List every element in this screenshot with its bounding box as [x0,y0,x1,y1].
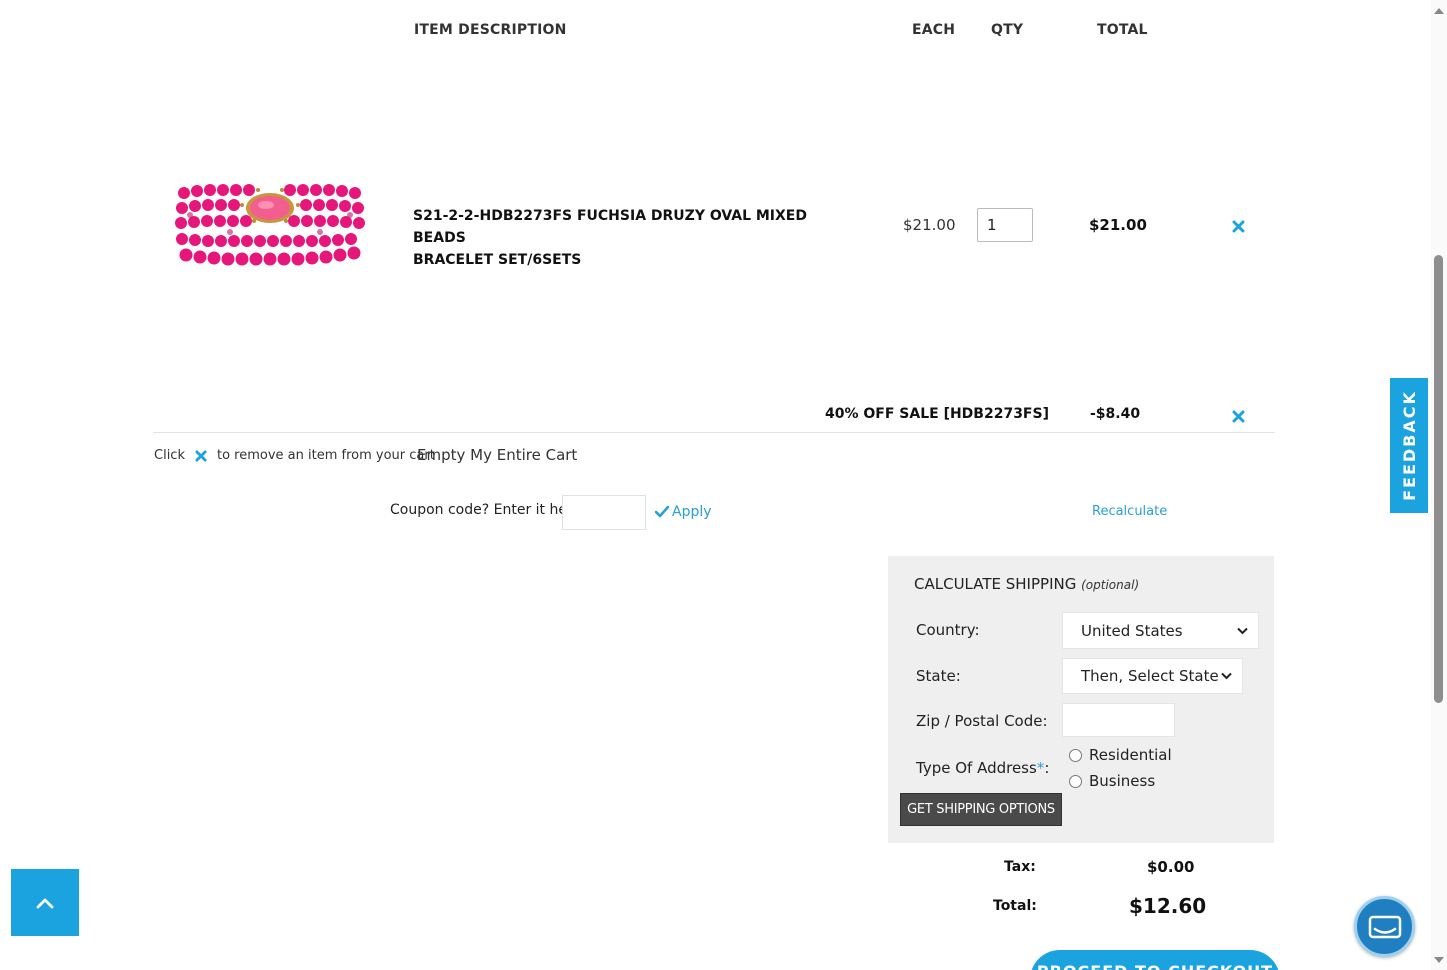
apply-coupon-button[interactable]: Apply [655,504,712,520]
residential-radio[interactable]: Residential [1069,746,1172,764]
radio-button-icon[interactable] [1069,774,1082,788]
remove-hint-prefix: Click [154,448,185,463]
total-value: $12.60 [1129,894,1207,918]
envelope-icon [1368,915,1401,938]
product-name-line1[interactable]: S21-2-2-HDB2273FS FUCHSIA DRUZY OVAL MIX… [413,205,833,249]
discount-amount: -$8.40 [1090,406,1141,422]
proceed-to-checkout-button[interactable]: PROCEED TO CHECKOUT [1030,950,1280,970]
chevron-up-icon [36,898,54,908]
feedback-label[interactable]: FEEDBACK [1400,390,1419,501]
country-label: Country: [916,621,980,639]
divider [153,432,1275,433]
country-select[interactable]: United States [1062,612,1259,649]
remove-discount-icon[interactable] [1232,408,1246,423]
business-radio[interactable]: Business [1069,772,1155,790]
remove-hint-suffix: to remove an item from your cart [216,448,435,463]
quantity-input[interactable] [977,208,1033,242]
product-name[interactable]: S21-2-2-HDB2273FS FUCHSIA DRUZY OVAL MIX… [413,205,833,271]
state-label: State: [916,667,961,685]
radio-button-icon[interactable] [1069,748,1082,762]
scroll-down-arrow-icon[interactable] [1432,954,1446,966]
remove-x-icon [193,449,209,462]
shipping-title: CALCULATE SHIPPING (optional) [914,575,1139,593]
address-type-label-text: Type Of Address [916,759,1037,777]
residential-label[interactable]: Residential [1089,746,1172,764]
checkmark-icon [655,506,669,518]
tax-value: $0.00 [1147,858,1195,876]
address-type-colon: : [1044,759,1050,777]
empty-cart-link[interactable]: Empty My Entire Cart [417,446,577,464]
each-price: $21.00 [903,216,956,234]
state-value: Then, Select State [1081,667,1219,685]
zip-input[interactable] [1062,703,1175,737]
line-total: $21.00 [1089,216,1147,234]
discount-label: 40% OFF SALE [HDB2273FS] [825,406,1049,422]
feedback-tab[interactable]: FEEDBACK [1390,378,1428,513]
scroll-up-arrow-icon[interactable] [1432,4,1446,16]
total-label: Total: [993,898,1037,914]
business-label[interactable]: Business [1089,772,1155,790]
chevron-down-icon [1237,627,1248,634]
tax-label: Tax: [1004,859,1036,875]
coupon-label: Coupon code? Enter it here: [390,502,586,518]
column-header-qty: QTY [991,22,1024,38]
scrollbar-thumb[interactable] [1434,255,1443,703]
shipping-optional: (optional) [1081,578,1140,592]
remove-hint: Click to remove an item from your cart [154,448,435,463]
recalculate-link[interactable]: Recalculate [1092,504,1167,519]
beaded-bracelet-image [175,184,365,266]
chevron-down-icon [1221,672,1232,680]
apply-label[interactable]: Apply [672,504,712,520]
zip-label: Zip / Postal Code: [916,712,1048,730]
column-header-total: TOTAL [1097,22,1148,38]
back-to-top-button[interactable] [11,869,79,936]
column-header-item-description: ITEM DESCRIPTION [414,22,567,38]
country-value: United States [1081,621,1183,640]
remove-item-icon[interactable] [1232,218,1246,233]
chat-button[interactable] [1354,896,1415,957]
product-image[interactable] [170,175,375,275]
coupon-input[interactable] [562,495,646,530]
state-select[interactable]: Then, Select State [1062,658,1243,694]
shipping-title-text: CALCULATE SHIPPING [914,575,1077,593]
address-type-label: Type Of Address*: [916,759,1049,777]
column-header-each: EACH [912,22,956,38]
product-name-line2[interactable]: BRACELET SET/6SETS [413,249,833,271]
get-shipping-options-button[interactable]: GET SHIPPING OPTIONS [900,793,1062,826]
